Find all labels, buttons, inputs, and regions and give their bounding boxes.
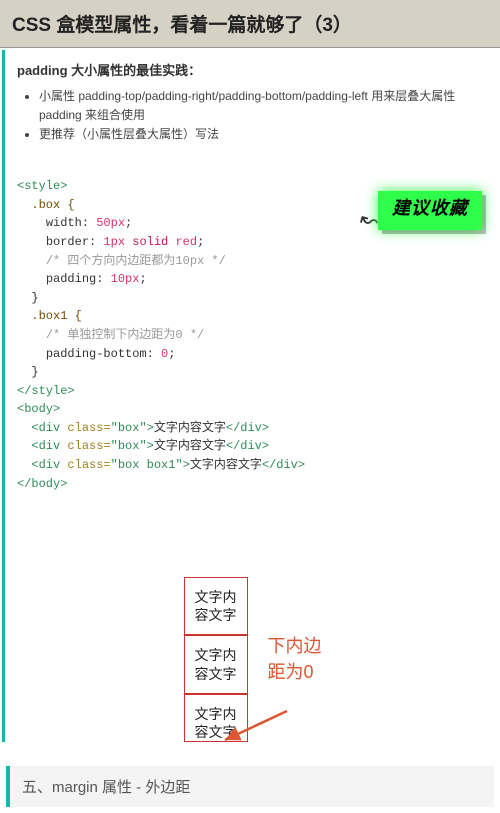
code-token: <div xyxy=(31,458,67,472)
code-token: 1px xyxy=(96,235,132,249)
code-token: .box { xyxy=(31,198,74,212)
code-token: padding-bottom: xyxy=(46,347,154,361)
code-token: </div> xyxy=(226,439,269,453)
code-token: 文字内容文字 xyxy=(154,421,226,435)
code-token: padding: xyxy=(46,272,104,286)
section-heading: 五、margin 属性 - 外边距 xyxy=(6,766,494,807)
bookmark-badge: 建议收藏 xyxy=(378,191,482,231)
code-token: "box" xyxy=(111,421,147,435)
code-comment: /* 单独控制下内边距为0 */ xyxy=(46,328,204,342)
demo-box: 文字内容文字 xyxy=(184,577,248,635)
code-token: ; xyxy=(139,272,146,286)
best-practice-list: 小属性 padding-top/padding-right/padding-bo… xyxy=(17,87,488,145)
code-token: </div> xyxy=(226,421,269,435)
code-token: "box box1" xyxy=(111,458,183,472)
code-token: .box1 { xyxy=(31,309,81,323)
code-token: border: xyxy=(46,235,96,249)
code-token: class= xyxy=(67,458,110,472)
subheading: padding 大小属性的最佳实践： xyxy=(17,60,488,79)
list-item: 小属性 padding-top/padding-right/padding-bo… xyxy=(39,87,488,125)
code-token: ; xyxy=(125,216,132,230)
demo-area: 文字内容文字 文字内容文字 文字内容文字 下内边 距为0 xyxy=(17,577,488,742)
code-token: ; xyxy=(168,347,175,361)
code-token: <div xyxy=(31,421,67,435)
code-token: 0 xyxy=(154,347,168,361)
code-token: > xyxy=(147,421,154,435)
annotation-line: 下内边 xyxy=(268,634,322,659)
code-token: 10px xyxy=(103,272,139,286)
code-token: width: xyxy=(46,216,89,230)
code-token: <body> xyxy=(17,402,60,416)
code-token: ; xyxy=(197,235,204,249)
page-title: CSS 盒模型属性，看着一篇就够了（3） xyxy=(12,10,488,37)
code-token: red xyxy=(168,235,197,249)
main-content: padding 大小属性的最佳实践： 小属性 padding-top/paddi… xyxy=(2,50,500,742)
code-token: 50px xyxy=(89,216,125,230)
code-token: </body> xyxy=(17,477,67,491)
code-token: solid xyxy=(132,235,168,249)
code-token: } xyxy=(31,365,38,379)
annotation-line: 距为0 xyxy=(268,660,322,685)
code-token: } xyxy=(31,291,38,305)
code-token: > xyxy=(147,439,154,453)
code-token: class= xyxy=(67,439,110,453)
code-token: class= xyxy=(67,421,110,435)
code-comment: /* 四个方向内边距都为10px */ xyxy=(46,254,226,268)
code-token: </div> xyxy=(262,458,305,472)
title-bar: CSS 盒模型属性，看着一篇就够了（3） xyxy=(0,0,500,48)
code-token: "box" xyxy=(111,439,147,453)
list-item: 更推荐（小属性层叠大属性）写法 xyxy=(39,125,488,144)
arrow-icon xyxy=(217,706,297,746)
code-block: <style> .box { width: 50px; border: 1px … xyxy=(17,155,488,557)
code-token: </style> xyxy=(17,384,75,398)
annotation: 下内边 距为0 xyxy=(268,634,322,684)
code-token: <style> xyxy=(17,179,67,193)
code-token: 文字内容文字 xyxy=(154,439,226,453)
code-token: <div xyxy=(31,439,67,453)
code-token: 文字内容文字 xyxy=(190,458,262,472)
code-token: > xyxy=(183,458,190,472)
